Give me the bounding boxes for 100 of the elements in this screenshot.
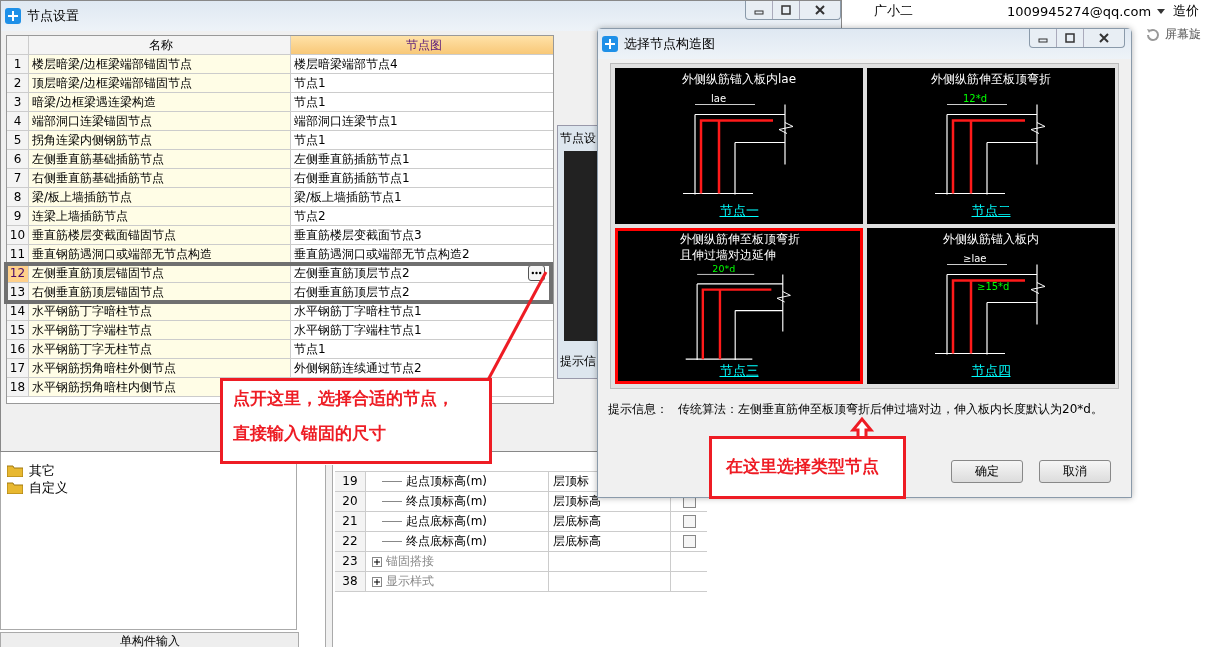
table-cell: 拐角连梁内侧钢筋节点 — [29, 131, 291, 149]
hint-label: 提示信 — [559, 353, 597, 370]
table-cell[interactable]: 节点1 — [294, 340, 326, 358]
maximize-icon — [1064, 32, 1076, 44]
table-cell[interactable]: 水平钢筋丁字端柱节点1 — [294, 321, 422, 339]
maximize-icon — [780, 4, 792, 16]
row-number[interactable]: 9 — [7, 207, 29, 225]
table-cell: 水平钢筋拐角暗柱外侧节点 — [29, 359, 291, 377]
dimension-label: 12*d — [963, 92, 988, 104]
option-label[interactable]: 节点四 — [971, 362, 1011, 379]
table-cell: 右侧垂直筋顶层锚固节点 — [29, 283, 291, 301]
checkbox[interactable] — [682, 515, 696, 528]
expand-icon[interactable] — [372, 576, 382, 587]
row-number: 23 — [335, 552, 366, 571]
row-number: 38 — [335, 572, 366, 591]
table-cell[interactable]: 左侧垂直筋顶层节点2 — [294, 264, 410, 282]
option-title: 外侧纵筋伸至板顶弯折 — [931, 71, 1051, 87]
row-number: 21 — [335, 512, 366, 531]
table-cell: 暗梁/边框梁遇连梁构造 — [29, 93, 291, 111]
column-header[interactable]: 节点图 — [291, 36, 553, 54]
dialog-button[interactable]: 确定 — [951, 460, 1023, 483]
property-value[interactable]: 层顶标 — [553, 474, 589, 488]
hint-text: 传统算法：左侧垂直筋伸至板顶弯折后伸过墙对边，伸入板内长度默认为20*d。 — [678, 401, 1103, 418]
option-label[interactable]: 节点二 — [971, 202, 1011, 219]
hint-label: 提示信息： — [608, 401, 668, 418]
checkbox[interactable] — [682, 535, 696, 548]
tree-item[interactable]: 其它 — [29, 461, 55, 480]
row-number[interactable]: 10 — [7, 226, 29, 244]
option-label[interactable]: 节点三 — [719, 362, 759, 379]
row-number[interactable]: 5 — [7, 131, 29, 149]
table-cell[interactable]: 右侧垂直筋顶层节点2 — [294, 283, 410, 301]
row-number[interactable]: 17 — [7, 359, 29, 377]
dimension-label: ≥lae — [963, 252, 987, 264]
property-value[interactable]: 层底标高 — [553, 534, 601, 548]
table-cell: 水平钢筋丁字端柱节点 — [29, 321, 291, 339]
table-cell: 楼层暗梁/边框梁端部锚固节点 — [29, 55, 291, 73]
menu-item[interactable]: 造价 — [1173, 2, 1200, 20]
option-title: 外侧纵筋伸至板顶弯折 — [680, 231, 800, 247]
row-number: 19 — [335, 472, 366, 491]
close-icon — [1098, 32, 1110, 44]
row-number[interactable]: 15 — [7, 321, 29, 339]
callout-text: 直接输入锚固的尺寸 — [233, 422, 387, 445]
table-cell[interactable]: 楼层暗梁端部节点4 — [294, 55, 398, 73]
row-number: 20 — [335, 492, 366, 511]
row-number[interactable]: 7 — [7, 169, 29, 187]
row-number[interactable]: 4 — [7, 112, 29, 130]
callout-text: 在这里选择类型节点 — [726, 455, 880, 478]
row-number[interactable]: 18 — [7, 378, 29, 396]
table-cell[interactable]: 节点2 — [294, 207, 326, 225]
table-cell: 垂直钢筋遇洞口或端部无节点构造 — [29, 245, 291, 263]
table-cell: 右侧垂直筋基础插筋节点 — [29, 169, 291, 187]
expand-icon[interactable] — [372, 556, 382, 567]
option-title: 外侧纵筋锚入板内 — [943, 231, 1039, 247]
row-number[interactable]: 3 — [7, 93, 29, 111]
row-number[interactable]: 1 — [7, 55, 29, 73]
property-value[interactable]: 层底标高 — [553, 514, 601, 528]
table-cell[interactable]: 水平钢筋丁字暗柱节点1 — [294, 302, 422, 320]
table-cell[interactable]: 节点1 — [294, 93, 326, 111]
table-cell[interactable]: 右侧垂直筋插筋节点1 — [294, 169, 410, 187]
node-option[interactable]: 外侧纵筋伸至板顶弯折 12*d 节点二 — [867, 68, 1115, 224]
bottom-tab[interactable]: 单构件输入 — [0, 632, 299, 647]
table-cell[interactable]: 左侧垂直筋插筋节点1 — [294, 150, 410, 168]
window-title: 节点设置 — [27, 7, 79, 25]
window-title: 节点设 — [559, 130, 597, 147]
property-name: 起点底标高(m) — [406, 513, 488, 530]
node-option[interactable]: 外侧纵筋锚入板内 ≥lae ≥15*d 节点四 — [867, 228, 1115, 384]
user-name: 广小二 — [874, 2, 913, 20]
dimension-label: 20*d — [712, 263, 736, 274]
folder-icon — [7, 481, 23, 494]
row-number[interactable]: 2 — [7, 74, 29, 92]
node-option[interactable]: 外侧纵筋锚入板内lae lae 节点一 — [615, 68, 863, 224]
table-cell[interactable]: 节点1 — [294, 131, 326, 149]
table-cell[interactable]: 垂直筋楼层变截面节点3 — [294, 226, 422, 244]
table-cell[interactable]: 外侧钢筋连续通过节点2 — [294, 359, 422, 377]
tree-item[interactable]: 自定义 — [29, 478, 68, 497]
account-menu[interactable]: 1009945274@qq.com — [1007, 3, 1152, 19]
node-option[interactable]: 外侧纵筋伸至板顶弯折 且伸过墙对边延伸 20*d 节点三 — [615, 228, 863, 384]
row-number[interactable]: 16 — [7, 340, 29, 358]
table-cell[interactable]: 梁/板上墙插筋节点1 — [294, 188, 402, 206]
property-name: 终点底标高(m) — [406, 533, 488, 550]
table-cell[interactable]: 节点1 — [294, 74, 326, 92]
row-number[interactable]: 8 — [7, 188, 29, 206]
close-icon — [814, 4, 826, 16]
dialog-button[interactable]: 取消 — [1039, 460, 1111, 483]
row-number[interactable]: 6 — [7, 150, 29, 168]
group-label[interactable]: 显示样式 — [386, 573, 434, 590]
table-cell[interactable]: 垂直筋遇洞口或端部无节点构造2 — [294, 245, 470, 263]
row-number[interactable]: 11 — [7, 245, 29, 263]
column-header[interactable]: 名称 — [29, 36, 291, 54]
group-label[interactable]: 锚固搭接 — [386, 553, 434, 570]
property-name: 起点顶标高(m) — [406, 473, 488, 490]
table-cell: 梁/板上墙插筋节点 — [29, 188, 291, 206]
caret-icon[interactable] — [1157, 8, 1166, 14]
table-cell: 端部洞口连梁锚固节点 — [29, 112, 291, 130]
table-cell[interactable]: 端部洞口连梁节点1 — [294, 112, 398, 130]
table-cell: 顶层暗梁/边框梁端部锚固节点 — [29, 74, 291, 92]
row-number[interactable]: 13 — [7, 283, 29, 301]
toolbar-button[interactable]: 屏幕旋 — [1165, 26, 1201, 43]
option-label[interactable]: 节点一 — [719, 202, 759, 219]
rotate-icon[interactable] — [1145, 26, 1161, 43]
